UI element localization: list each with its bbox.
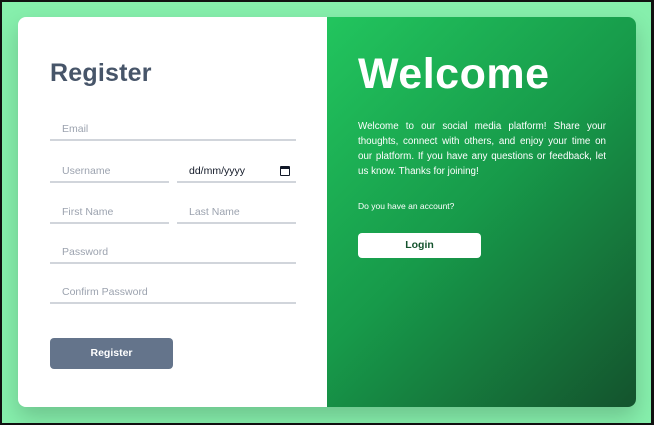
welcome-title: Welcome bbox=[358, 50, 550, 98]
email-placeholder: Email bbox=[62, 123, 89, 135]
email-field[interactable]: Email bbox=[50, 119, 296, 141]
login-button[interactable]: Login bbox=[358, 233, 481, 258]
register-title: Register bbox=[50, 59, 152, 87]
account-question: Do you have an account? bbox=[358, 201, 455, 211]
username-placeholder: Username bbox=[62, 165, 111, 177]
username-field[interactable]: Username bbox=[50, 161, 169, 183]
confirm-password-field[interactable]: Confirm Password bbox=[50, 282, 296, 304]
last-name-placeholder: Last Name bbox=[189, 206, 240, 218]
password-field[interactable]: Password bbox=[50, 242, 296, 264]
date-field[interactable]: dd/mm/yyyy bbox=[177, 161, 296, 183]
last-name-field[interactable]: Last Name bbox=[177, 202, 296, 224]
register-panel: Register Email Username dd/mm/yyyy First… bbox=[18, 17, 327, 407]
register-button[interactable]: Register bbox=[50, 338, 173, 369]
welcome-description: Welcome to our social media platform! Sh… bbox=[358, 121, 606, 177]
calendar-icon[interactable] bbox=[280, 166, 290, 176]
auth-card: Register Email Username dd/mm/yyyy First… bbox=[18, 17, 636, 407]
welcome-panel: Welcome Welcome to our social media plat… bbox=[327, 17, 636, 407]
first-name-placeholder: First Name bbox=[62, 206, 114, 218]
first-name-field[interactable]: First Name bbox=[50, 202, 169, 224]
confirm-password-placeholder: Confirm Password bbox=[62, 286, 148, 298]
date-placeholder: dd/mm/yyyy bbox=[189, 165, 246, 177]
password-placeholder: Password bbox=[62, 246, 109, 258]
